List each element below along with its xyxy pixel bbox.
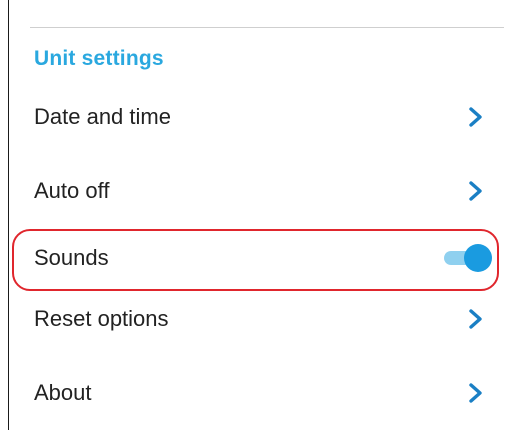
toggle-knob [464,244,492,272]
sounds-toggle[interactable] [442,244,492,272]
menu-item-auto-off[interactable]: Auto off [18,162,498,220]
menu-item-label: Auto off [34,178,110,203]
menu-item-reset-options[interactable]: Reset options [18,290,498,348]
chevron-right-icon [469,107,482,127]
section-title: Unit settings [34,47,164,70]
menu-item-label: Date and time [34,104,171,129]
left-border-line [8,0,9,430]
menu-item-about[interactable]: About [18,364,498,422]
chevron-right-icon [469,181,482,201]
menu-item-sounds[interactable]: Sounds [18,229,498,287]
chevron-right-icon [469,383,482,403]
top-divider [30,27,504,28]
menu-item-label: About [34,380,92,405]
menu-item-label: Sounds [34,245,109,270]
menu-item-label: Reset options [34,306,169,331]
menu-item-date-and-time[interactable]: Date and time [18,88,498,146]
chevron-right-icon [469,309,482,329]
